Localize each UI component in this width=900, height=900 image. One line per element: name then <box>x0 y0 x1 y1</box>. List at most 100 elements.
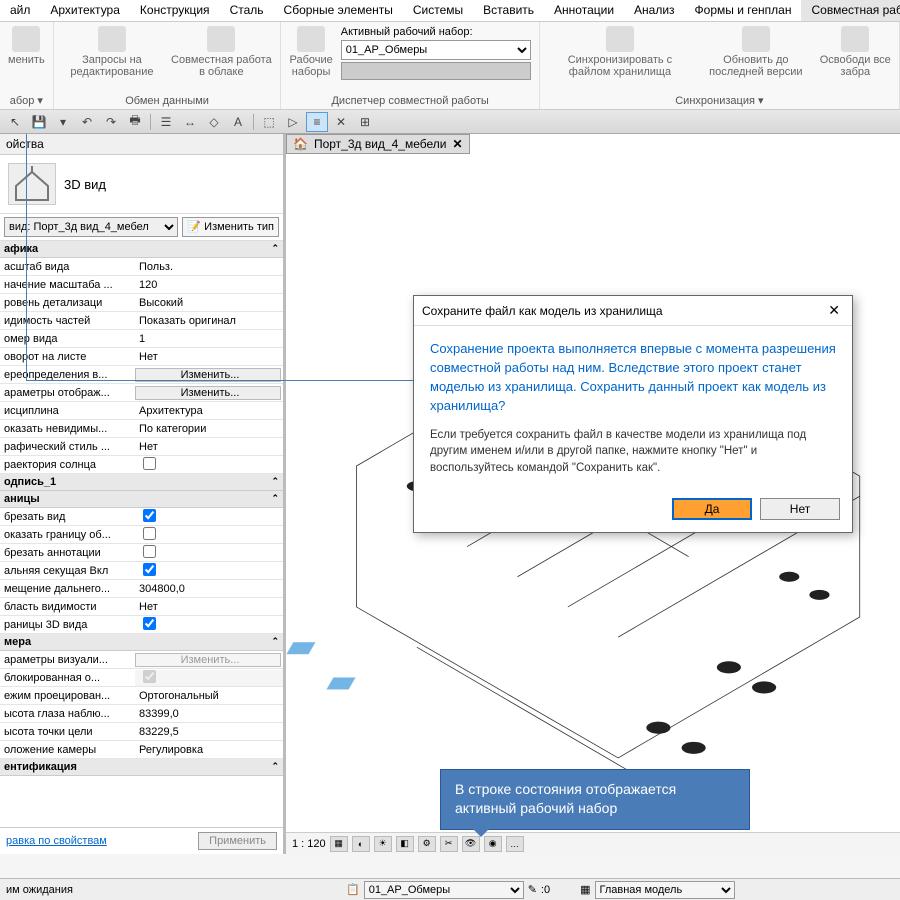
prop-value[interactable] <box>135 509 283 525</box>
prop-value[interactable] <box>135 457 283 473</box>
redo-icon[interactable]: ↷ <box>100 112 122 132</box>
prop-checkbox[interactable] <box>143 563 156 576</box>
menu-item[interactable]: айл <box>0 0 40 21</box>
menu-item[interactable]: Конструкция <box>130 0 220 21</box>
section-icon[interactable]: ▷ <box>282 112 304 132</box>
ribbon-button[interactable]: Рабочие наборы <box>289 26 332 78</box>
text-icon[interactable]: A <box>227 112 249 132</box>
menu-item[interactable]: Архитектура <box>40 0 130 21</box>
thin-lines-icon[interactable]: ≡ <box>306 112 328 132</box>
menu-item[interactable]: Совместная работа <box>801 0 900 21</box>
prop-value[interactable] <box>135 527 283 543</box>
qat-cursor-icon[interactable]: ↖ <box>4 112 26 132</box>
prop-checkbox[interactable] <box>143 457 156 470</box>
menu-item[interactable]: Сборные элементы <box>274 0 403 21</box>
vc-more-icon[interactable]: … <box>506 836 524 852</box>
menu-item[interactable]: Вставить <box>473 0 544 21</box>
prop-value[interactable] <box>135 670 283 686</box>
prop-key: оложение камеры <box>0 744 135 756</box>
view-selector[interactable]: вид: Порт_3д вид_4_мебел <box>4 217 178 237</box>
edit-requests-icon[interactable]: ✎ <box>528 883 537 896</box>
prop-key: ежим проецирован... <box>0 690 135 702</box>
dim-icon[interactable]: ↔ <box>179 112 201 132</box>
close-icon[interactable]: ✕ <box>824 302 844 319</box>
prop-value[interactable]: Архитектура <box>135 405 283 417</box>
prop-value[interactable]: Нет <box>135 351 283 363</box>
scale-label[interactable]: 1 : 120 <box>292 838 326 850</box>
switch-icon[interactable]: ⊞ <box>354 112 376 132</box>
edit-type-button[interactable]: 📝 Изменить тип <box>182 217 279 237</box>
prop-value[interactable]: Изменить... <box>135 386 281 400</box>
menu-item[interactable]: Системы <box>403 0 473 21</box>
undo-icon[interactable]: ↶ <box>76 112 98 132</box>
prop-value[interactable]: 83399,0 <box>135 708 283 720</box>
prop-value[interactable] <box>135 563 283 579</box>
ribbon-button[interactable]: Запросы на редактирование <box>62 26 163 78</box>
close-icon[interactable]: ✕ <box>452 137 462 151</box>
yes-button[interactable]: Да <box>672 498 752 520</box>
prop-value[interactable]: По категории <box>135 423 283 435</box>
vc-detail-icon[interactable]: ▦ <box>330 836 348 852</box>
prop-value[interactable]: Изменить... <box>135 653 281 667</box>
ribbon-button-icon <box>98 26 126 52</box>
prop-value[interactable]: Польз. <box>135 261 283 273</box>
prop-section-header[interactable]: одпись_1⌃ <box>0 474 283 491</box>
prop-value[interactable]: 304800,0 <box>135 583 283 595</box>
vc-sun-icon[interactable]: ☀ <box>374 836 392 852</box>
prop-value[interactable]: Высокий <box>135 297 283 309</box>
ribbon-button[interactable]: Обновить до последней версии <box>700 26 811 78</box>
prop-row: раектория солнца <box>0 456 283 474</box>
prop-key: ысота глаза наблю... <box>0 708 135 720</box>
prop-checkbox[interactable] <box>143 545 156 558</box>
prop-value[interactable]: Нет <box>135 601 283 613</box>
no-button[interactable]: Нет <box>760 498 840 520</box>
prop-row: асштаб видаПольз. <box>0 258 283 276</box>
prop-checkbox[interactable] <box>143 509 156 522</box>
prop-key: рафический стиль ... <box>0 441 135 453</box>
view3d-icon[interactable]: ⬚ <box>258 112 280 132</box>
prop-value[interactable]: Показать оригинал <box>135 315 283 327</box>
ribbon-button[interactable]: Освободи все забра <box>820 26 891 78</box>
view-tab[interactable]: 🏠 Порт_3д вид_4_мебели ✕ <box>286 134 470 154</box>
menu-item[interactable]: Формы и генплан <box>685 0 802 21</box>
print-icon[interactable]: 🖶 <box>124 112 146 132</box>
prop-checkbox[interactable] <box>143 527 156 540</box>
close-view-icon[interactable]: ✕ <box>330 112 352 132</box>
prop-row: брезать вид <box>0 508 283 526</box>
prop-value[interactable]: Регулировка <box>135 744 283 756</box>
prop-section-header[interactable]: ентификация⌃ <box>0 759 283 776</box>
vc-crop-icon[interactable]: ✂ <box>440 836 458 852</box>
prop-value[interactable]: 83229,5 <box>135 726 283 738</box>
prop-value[interactable] <box>135 617 283 633</box>
vc-shadow-icon[interactable]: ◧ <box>396 836 414 852</box>
ribbon-button[interactable]: Совместная работа в облаке <box>170 26 272 78</box>
prop-section-header[interactable]: аницы⌃ <box>0 491 283 508</box>
menu-item[interactable]: Сталь <box>220 0 274 21</box>
save-icon[interactable]: 💾 <box>28 112 50 132</box>
ribbon-button[interactable]: Синхронизировать с файлом хранилища <box>548 26 692 78</box>
prop-value[interactable] <box>135 545 283 561</box>
prop-checkbox[interactable] <box>143 617 156 630</box>
tag-icon[interactable]: ◇ <box>203 112 225 132</box>
menu-item[interactable]: Аннотации <box>544 0 624 21</box>
vc-render-icon[interactable]: ⚙ <box>418 836 436 852</box>
vc-style-icon[interactable]: ◐ <box>352 836 370 852</box>
properties-help-link[interactable]: равка по свойствам <box>6 835 107 847</box>
prop-value[interactable]: 120 <box>135 279 283 291</box>
qat-dropdown-icon[interactable]: ▾ <box>52 112 74 132</box>
menu-item[interactable]: Анализ <box>624 0 685 21</box>
workset-status-combo[interactable]: 01_АР_Обмеры <box>364 881 524 899</box>
prop-key: асштаб вида <box>0 261 135 273</box>
ribbon-button[interactable]: менить <box>8 26 45 66</box>
prop-section-header[interactable]: афика⌃ <box>0 241 283 258</box>
prop-row: ысота глаза наблю...83399,0 <box>0 705 283 723</box>
active-workset-combo[interactable]: 01_АР_Обмеры <box>341 40 531 60</box>
prop-value[interactable]: 1 <box>135 333 283 345</box>
prop-section-header[interactable]: мера⌃ <box>0 634 283 651</box>
align-icon[interactable]: ☰ <box>155 112 177 132</box>
model-combo[interactable]: Главная модель <box>595 881 735 899</box>
prop-value[interactable]: Нет <box>135 441 283 453</box>
apply-button[interactable]: Применить <box>198 832 277 850</box>
prop-value[interactable]: Ортогональный <box>135 690 283 702</box>
quick-access-toolbar: ↖ 💾 ▾ ↶ ↷ 🖶 ☰ ↔ ◇ A ⬚ ▷ ≡ ✕ ⊞ <box>0 110 900 134</box>
